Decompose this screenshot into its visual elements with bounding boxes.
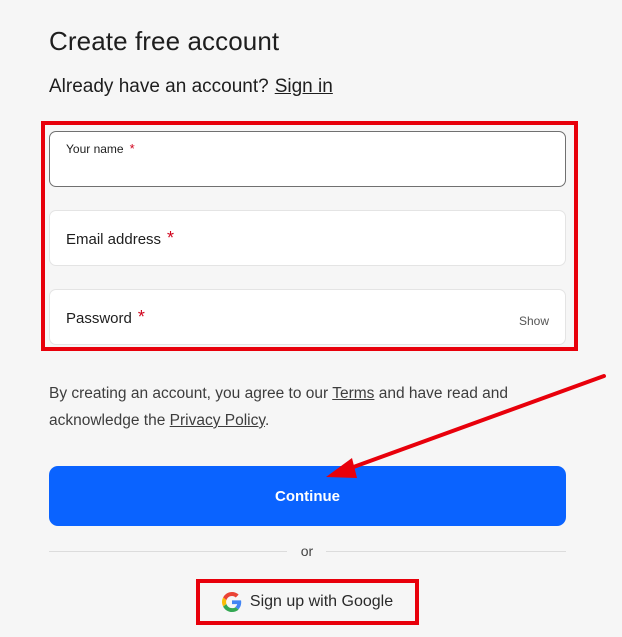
- name-field[interactable]: Your name *: [49, 131, 566, 187]
- terms-suffix: .: [264, 412, 270, 429]
- required-mark: *: [167, 228, 175, 248]
- sign-in-link[interactable]: Sign in: [275, 76, 333, 97]
- continue-button[interactable]: Continue: [49, 466, 566, 526]
- name-field-label: Your name *: [66, 141, 135, 156]
- google-g-icon: [221, 592, 242, 612]
- already-have-account-text: Already have an account?: [49, 76, 269, 97]
- signup-page: Create free account Already have an acco…: [0, 0, 622, 637]
- privacy-policy-link[interactable]: Privacy Policy: [170, 412, 265, 429]
- google-signup-button[interactable]: Sign up with Google: [200, 583, 415, 621]
- required-mark: *: [129, 141, 135, 156]
- page-title: Create free account: [49, 26, 280, 56]
- terms-link[interactable]: Terms: [332, 385, 374, 402]
- signin-prompt: Already have an account? Sign in: [49, 76, 333, 98]
- google-signup-label: Sign up with Google: [249, 593, 394, 610]
- email-field[interactable]: Email address *: [49, 210, 566, 266]
- terms-text: By creating an account, you agree to our…: [49, 380, 569, 434]
- required-mark: *: [137, 307, 145, 327]
- show-password-button[interactable]: Show: [519, 314, 549, 328]
- password-field[interactable]: Password * Show: [49, 289, 566, 345]
- terms-prefix: By creating an account, you agree to our: [49, 385, 329, 402]
- password-field-label: Password *: [66, 307, 145, 327]
- or-separator: or: [300, 543, 314, 559]
- divider-left: [49, 551, 287, 552]
- email-field-label: Email address *: [66, 228, 175, 248]
- divider-right: [326, 551, 566, 552]
